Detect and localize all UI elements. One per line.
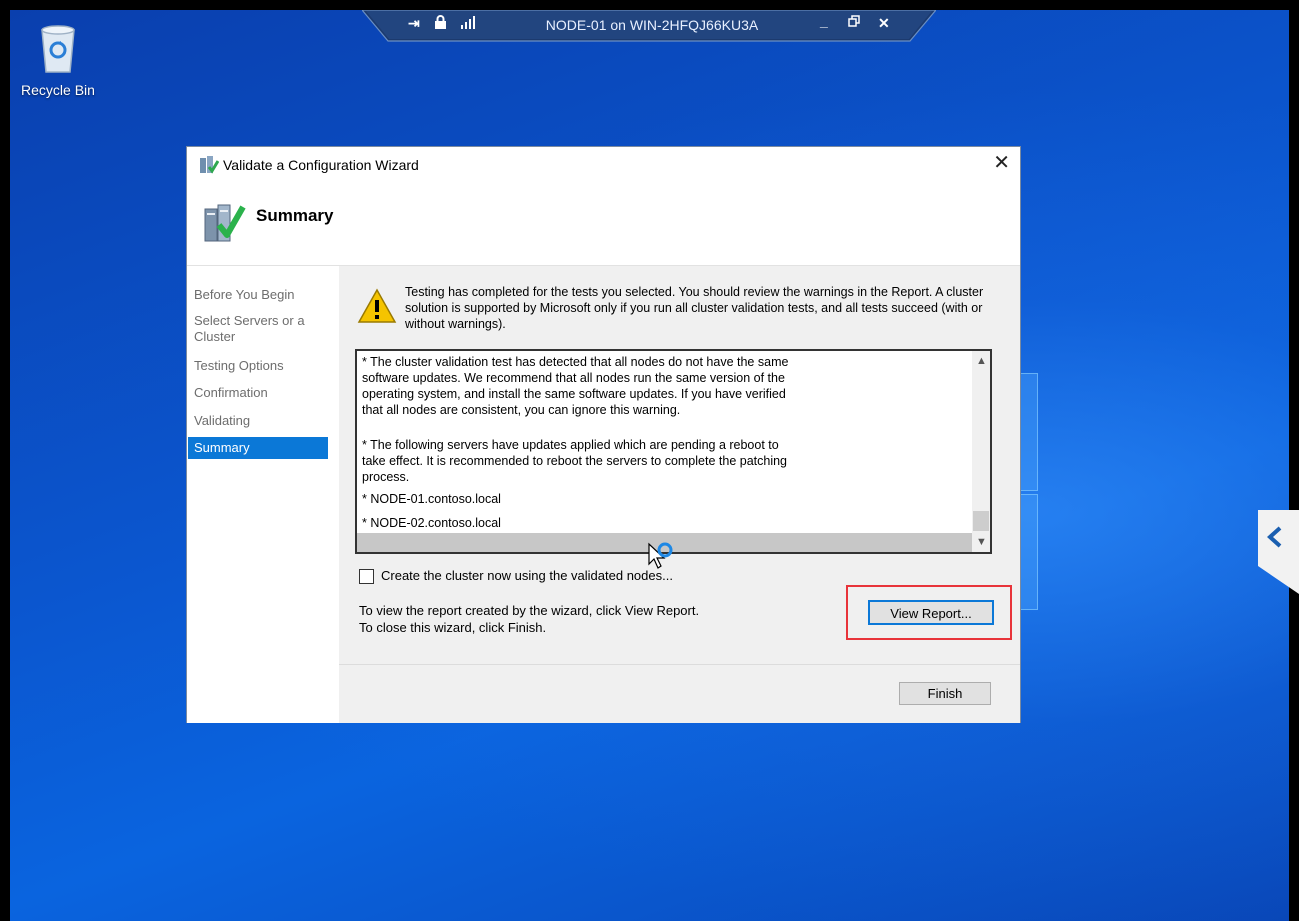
view-report-button[interactable]: View Report... [868,600,994,625]
info-finish: To close this wizard, click Finish. [359,620,547,635]
message-warning-updates: * The cluster validation test has detect… [362,355,789,417]
minimize-icon[interactable]: _ [820,13,828,29]
recycle-bin-label: Recycle Bin [21,82,95,98]
side-collapse-tab[interactable] [1258,510,1299,594]
dialog-title: Validate a Configuration Wizard [223,157,419,173]
close-icon[interactable]: ✕ [878,15,890,32]
nav-item-validating[interactable]: Validating [194,413,250,429]
create-cluster-checkbox[interactable] [359,569,374,584]
busy-cursor-icon [647,542,679,579]
pin-icon[interactable]: ⇥ [408,15,420,32]
scrollbar-thumb[interactable] [973,511,989,531]
page-title: Summary [256,206,334,225]
rdp-title: NODE-01 on WIN-2HFQJ66KU3A [545,17,759,33]
recycle-bin[interactable]: Recycle Bin [18,22,98,98]
rdp-connection-bar[interactable]: ⇥ NODE-01 on WIN-2HFQJ66KU3A _ ✕ [362,10,936,42]
summary-intro-text: Testing has completed for the tests you … [405,285,984,331]
nav-item-before-you-begin[interactable]: Before You Begin [194,287,294,303]
create-cluster-label[interactable]: Create the cluster now using the validat… [381,568,673,583]
info-view-report: To view the report created by the wizard… [359,603,700,618]
message-scrollbar[interactable]: ▲ ▼ [972,351,990,552]
nav-item-confirmation[interactable]: Confirmation [194,385,268,401]
windows-logo-pane [1020,494,1038,610]
scroll-up-icon[interactable]: ▲ [976,355,987,367]
wizard-nav: Before You Begin Select Servers or a Clu… [187,266,339,723]
validate-configuration-wizard: Validate a Configuration Wizard ✕ Summar… [186,146,1021,723]
message-pending-reboot: * The following servers have updates app… [362,438,787,484]
warning-icon [357,288,397,329]
finish-button[interactable]: Finish [899,682,991,705]
nav-item-select-servers[interactable]: Select Servers or a Cluster [194,313,319,345]
divider [339,664,1020,665]
windows-logo-pane [1020,373,1038,491]
wizard-app-icon [199,155,220,180]
close-icon[interactable]: ✕ [993,153,1010,173]
scroll-down-icon[interactable]: ▼ [976,536,987,548]
summary-message-box[interactable]: * The cluster validation test has detect… [355,349,992,554]
info-text: To view the report created by the wizard… [359,602,699,636]
nav-item-testing-options[interactable]: Testing Options [194,358,284,374]
nav-item-summary[interactable]: Summary [188,437,328,459]
message-node-02: * NODE-02.contoso.local [362,516,501,530]
recycle-bin-icon [36,22,80,74]
wizard-content: Before You Begin Select Servers or a Clu… [187,265,1020,723]
message-node-01: * NODE-01.contoso.local [362,492,501,506]
validation-icon [203,201,247,250]
